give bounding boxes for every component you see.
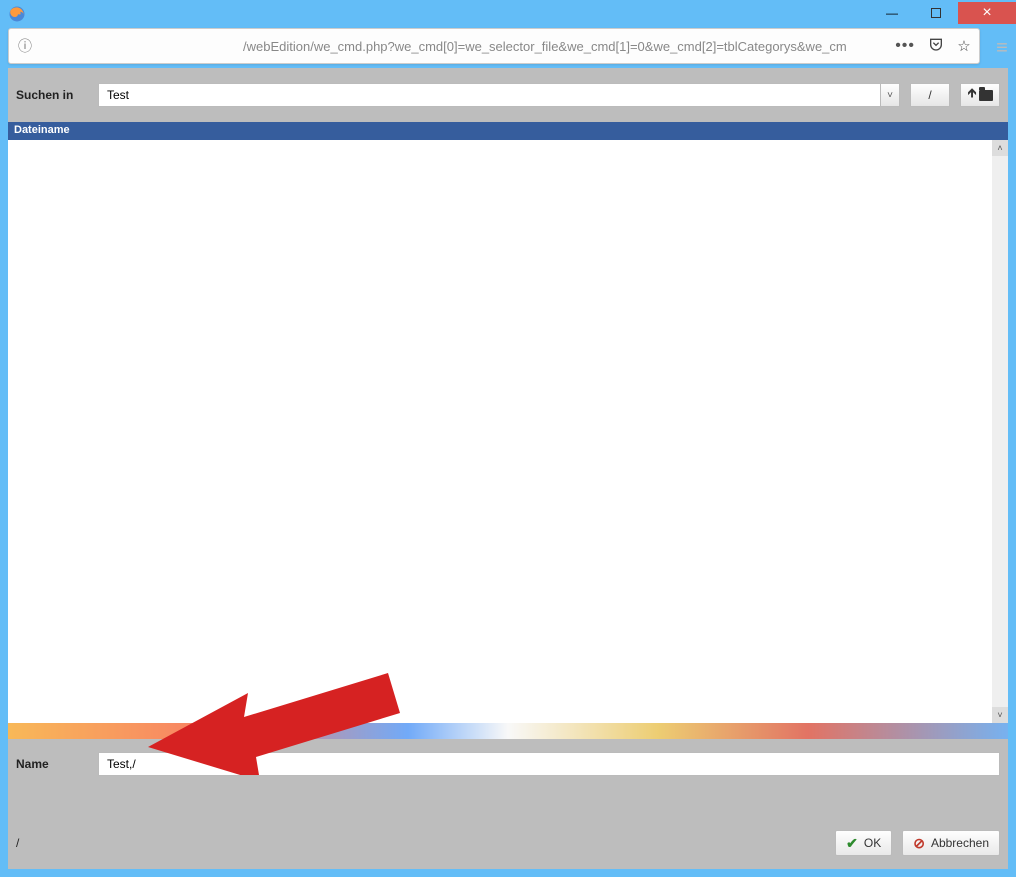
page-action-icon[interactable]: ••• [891,37,919,55]
minimize-icon: — [886,6,898,20]
dialog-frame: Suchen in ˅ / 🡹 Dateiname ˄ ˅ Name [8,68,1008,869]
address-bar[interactable]: ⓘ /webEdition/we_cmd.php?we_cmd[0]=we_se… [8,28,980,64]
root-label: / [928,88,931,102]
bookmark-star-icon[interactable]: ☆ [953,37,975,55]
hamburger-menu-icon[interactable]: ≡ [988,33,1016,60]
cancel-icon: ⊘ [913,835,925,852]
firefox-icon [8,5,26,23]
search-dropdown-button[interactable]: ˅ [880,83,900,107]
scroll-up-button[interactable]: ˄ [992,140,1008,156]
ok-label: OK [864,836,881,850]
window-minimize-button[interactable]: — [870,2,914,24]
search-in-label: Suchen in [16,88,88,102]
pocket-icon[interactable] [925,36,947,56]
name-input[interactable] [98,752,1000,776]
current-path: / [16,836,19,850]
titlebar: — × [0,0,1016,28]
window-close-button[interactable]: × [958,2,1016,24]
window-maximize-button[interactable] [914,2,958,24]
vertical-scrollbar[interactable]: ˄ ˅ [992,140,1008,723]
chevron-up-icon: ˄ [997,143,1002,153]
column-header-filename[interactable]: Dateiname [8,122,1008,140]
maximize-icon [931,8,941,18]
scroll-down-button[interactable]: ˅ [992,707,1008,723]
search-combobox: ˅ [98,83,900,107]
name-row: Name [16,749,1000,779]
site-info-icon[interactable]: ⓘ [13,36,37,56]
search-toolbar: Suchen in ˅ / 🡹 [16,76,1000,114]
root-button[interactable]: / [910,83,950,107]
dialog-footer: / ✔ OK ⊘ Abbrechen [16,823,1000,863]
search-input[interactable] [98,83,880,107]
name-label: Name [16,757,88,771]
ok-button[interactable]: ✔ OK [835,830,892,856]
decorative-strip [8,723,1008,739]
cancel-label: Abbrechen [931,836,989,850]
url-text: /webEdition/we_cmd.php?we_cmd[0]=we_sele… [43,39,885,54]
check-icon: ✔ [846,835,858,852]
folder-icon [979,90,993,101]
filename-header-label: Dateiname [14,124,70,136]
chevron-down-icon: ˅ [997,710,1002,720]
close-icon: × [982,4,991,22]
chevron-down-icon: ˅ [887,90,893,101]
up-arrow-icon: 🡹 [967,84,976,106]
parent-folder-button[interactable]: 🡹 [960,83,1000,107]
file-list[interactable]: ˄ ˅ [8,140,1008,723]
cancel-button[interactable]: ⊘ Abbrechen [902,830,1000,856]
